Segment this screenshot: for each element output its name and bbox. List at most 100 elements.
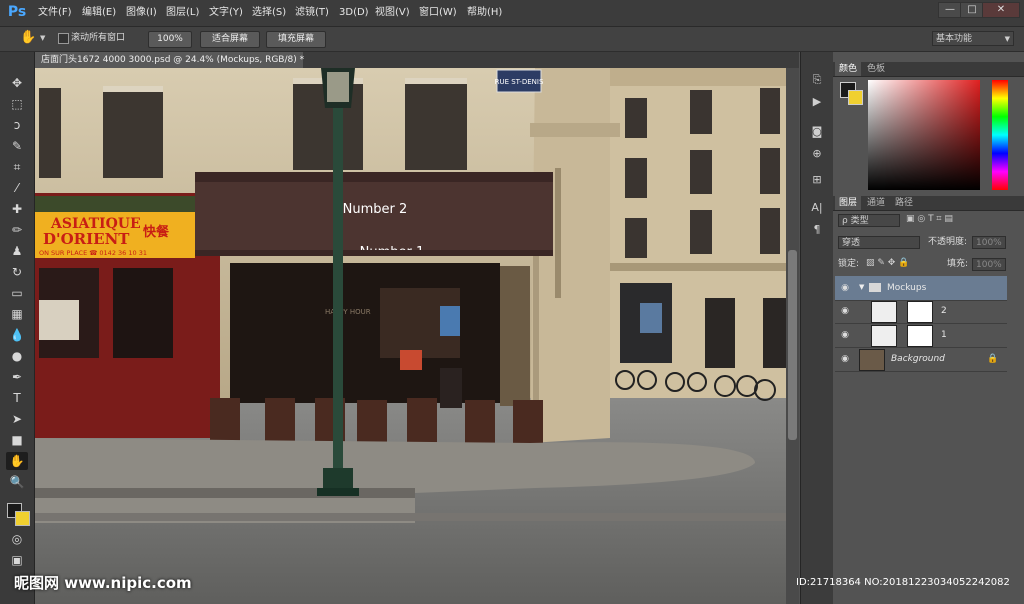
opacity-input[interactable]: 100% bbox=[972, 236, 1006, 249]
visibility-eye-icon[interactable]: ◉ bbox=[839, 347, 851, 371]
menu-edit[interactable]: 编辑(E) bbox=[82, 0, 116, 26]
maximize-button[interactable]: □ bbox=[960, 2, 984, 18]
street-sign-text: RUE ST-DENIS bbox=[495, 78, 544, 86]
actions-panel-icon[interactable]: ▶ bbox=[808, 94, 826, 110]
screen-mode-icon[interactable]: ▣ bbox=[6, 551, 28, 569]
tab-layers[interactable]: 图层 bbox=[835, 196, 862, 210]
lock-icons[interactable]: ▨ ✎ ✥ 🔒 bbox=[866, 258, 909, 268]
scroll-all-label: 滚动所有窗口 bbox=[71, 33, 126, 43]
close-button[interactable]: ✕ bbox=[982, 2, 1020, 18]
layers-panel-tabs: 图层 通道 路径 bbox=[833, 196, 1024, 211]
layer-mask-thumbnail bbox=[907, 325, 933, 347]
workspace-label: 基本功能 bbox=[936, 34, 973, 44]
lock-label: 锁定: bbox=[838, 259, 860, 269]
image-id-text: ID:21718364 NO:20181223034052242082 bbox=[796, 577, 1010, 588]
shop-sign-line2: D'ORIENT bbox=[43, 230, 130, 248]
awning-number-2: Number 2 bbox=[343, 202, 408, 217]
move-tool-icon[interactable]: ✥ bbox=[6, 74, 28, 92]
visibility-eye-icon[interactable]: ◉ bbox=[839, 323, 851, 347]
smart-object-thumbnail bbox=[871, 301, 897, 323]
pen-tool-icon[interactable]: ✒ bbox=[6, 368, 28, 386]
group-expand-icon[interactable]: ▼ bbox=[859, 283, 864, 291]
layer-row-background[interactable]: ◉ Background 🔒 bbox=[835, 347, 1007, 372]
shop-sign-phone: ON SUR PLACE ☎ 0142 36 10 31 bbox=[39, 249, 147, 257]
info-panel-icon[interactable]: ◙ bbox=[808, 124, 826, 140]
fill-label: 填充: bbox=[947, 259, 969, 269]
crop-tool-icon[interactable]: ⌗ bbox=[6, 158, 28, 176]
layer-filter-icons[interactable]: ▣ ◎ T ⌗ ▤ bbox=[906, 214, 953, 224]
hue-slider[interactable] bbox=[992, 80, 1008, 190]
blur-tool-icon[interactable]: 💧 bbox=[6, 326, 28, 344]
hand-tool-preset-icon[interactable]: ✋ bbox=[20, 30, 36, 46]
clone-stamp-icon[interactable]: ♟ bbox=[6, 242, 28, 260]
tab-paths[interactable]: 路径 bbox=[891, 196, 917, 210]
scroll-all-checkbox[interactable] bbox=[58, 33, 69, 44]
cafe-window-text: HAPPY HOUR bbox=[325, 308, 371, 316]
layer-row-2[interactable]: ◉ 2 bbox=[835, 299, 1007, 324]
menu-image[interactable]: 图像(I) bbox=[126, 0, 157, 26]
options-bar: ✋ ▼ 滚动所有窗口 100% 适合屏幕 填充屏幕 基本功能 ▼ bbox=[0, 27, 1024, 52]
history-panel-icon[interactable]: ⎘ bbox=[808, 72, 826, 88]
vertical-scroll-thumb[interactable] bbox=[788, 250, 797, 440]
menu-layer[interactable]: 图层(L) bbox=[166, 0, 199, 26]
background-color-swatch[interactable] bbox=[15, 511, 30, 526]
layer-filter-select[interactable]: ρ 类型 bbox=[838, 214, 900, 227]
menu-help[interactable]: 帮助(H) bbox=[467, 0, 502, 26]
minimize-button[interactable]: — bbox=[938, 2, 962, 18]
shop-sign-chinese: 快餐 bbox=[143, 224, 170, 240]
tab-swatches[interactable]: 色板 bbox=[863, 62, 889, 76]
menu-type[interactable]: 文字(Y) bbox=[209, 0, 243, 26]
zoom-100-button[interactable]: 100% bbox=[148, 31, 192, 48]
properties-panel-icon[interactable]: ⊞ bbox=[808, 172, 826, 188]
opacity-label: 不透明度: bbox=[928, 237, 968, 247]
document-title: 店面门头1672 4000 3000.psd @ 24.4% (Mockups,… bbox=[41, 55, 305, 65]
layer-row-1[interactable]: ◉ 1 bbox=[835, 323, 1007, 348]
menu-window[interactable]: 窗口(W) bbox=[419, 0, 457, 26]
zoom-tool-icon[interactable]: 🔍 bbox=[6, 473, 28, 491]
path-select-icon[interactable]: ➤ bbox=[6, 410, 28, 428]
blend-mode-select[interactable]: 穿透 bbox=[838, 236, 920, 249]
folder-icon bbox=[869, 283, 881, 292]
menu-filter[interactable]: 滤镜(T) bbox=[295, 0, 329, 26]
menu-file[interactable]: 文件(F) bbox=[38, 0, 72, 26]
layer-row-mockups[interactable]: ◉ ▼ Mockups bbox=[835, 276, 1007, 301]
brush-tool-icon[interactable]: ✏ bbox=[6, 221, 28, 239]
quick-mask-icon[interactable]: ◎ bbox=[6, 530, 28, 548]
photoshop-logo: Ps bbox=[7, 4, 27, 20]
color-field[interactable] bbox=[868, 80, 980, 190]
visibility-eye-icon[interactable]: ◉ bbox=[839, 276, 851, 300]
hand-tool-icon[interactable]: ✋ bbox=[6, 452, 28, 470]
panel-background-swatch[interactable] bbox=[848, 90, 863, 105]
eraser-tool-icon[interactable]: ▭ bbox=[6, 284, 28, 302]
fit-screen-button[interactable]: 适合屏幕 bbox=[200, 31, 260, 48]
layer-name-1: 1 bbox=[941, 330, 947, 340]
preset-dropdown-icon[interactable]: ▼ bbox=[40, 34, 45, 42]
gradient-tool-icon[interactable]: ▦ bbox=[6, 305, 28, 323]
layer-mask-thumbnail bbox=[907, 301, 933, 323]
workspace-select[interactable]: 基本功能 ▼ bbox=[932, 31, 1014, 46]
type-tool-icon[interactable]: T bbox=[6, 389, 28, 407]
tab-channels[interactable]: 通道 bbox=[863, 196, 889, 210]
document-canvas[interactable]: RUE ST-DENIS ASIATIQUE D'ORIENT 快餐 ON SU… bbox=[35, 68, 786, 604]
paragraph-panel-icon[interactable]: ¶ bbox=[808, 222, 826, 238]
visibility-eye-icon[interactable]: ◉ bbox=[839, 299, 851, 323]
fill-screen-button[interactable]: 填充屏幕 bbox=[266, 31, 326, 48]
character-panel-icon[interactable]: A| bbox=[808, 200, 826, 216]
tab-color[interactable]: 颜色 bbox=[835, 62, 862, 76]
menu-3d[interactable]: 3D(D) bbox=[339, 0, 369, 26]
quick-select-tool-icon[interactable]: ✎ bbox=[6, 137, 28, 155]
eyedropper-tool-icon[interactable]: ⁄ bbox=[6, 179, 28, 197]
menu-bar: Ps 文件(F) 编辑(E) 图像(I) 图层(L) 文字(Y) 选择(S) 滤… bbox=[0, 0, 1024, 27]
menu-select[interactable]: 选择(S) bbox=[252, 0, 286, 26]
fill-input[interactable]: 100% bbox=[972, 258, 1006, 271]
adjustments-panel-icon[interactable]: ⊕ bbox=[808, 146, 826, 162]
marquee-tool-icon[interactable]: ⬚ bbox=[6, 95, 28, 113]
lasso-tool-icon[interactable]: ↄ bbox=[6, 116, 28, 134]
dodge-tool-icon[interactable]: ● bbox=[6, 347, 28, 365]
menu-view[interactable]: 视图(V) bbox=[375, 0, 410, 26]
shape-tool-icon[interactable]: ■ bbox=[6, 431, 28, 449]
background-thumbnail bbox=[859, 349, 885, 371]
healing-brush-icon[interactable]: ✚ bbox=[6, 200, 28, 218]
history-brush-icon[interactable]: ↻ bbox=[6, 263, 28, 281]
document-tab[interactable]: 店面门头1672 4000 3000.psd @ 24.4% (Mockups,… bbox=[35, 52, 305, 68]
